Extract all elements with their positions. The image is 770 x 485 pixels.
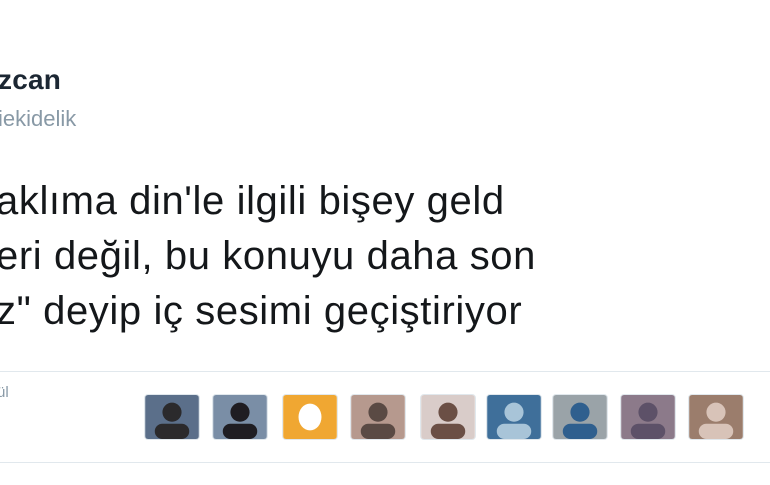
tweet-text-line: aklıma din'le ilgili bişey geld [0,179,505,223]
liker-avatar-9[interactable] [688,394,744,440]
liker-avatar-7[interactable] [552,394,608,440]
liker-avatar-1[interactable] [144,394,200,440]
tweet-text: aklıma din'le ilgili bişey geld eri deği… [0,174,770,339]
liker-avatar-6[interactable] [486,394,542,440]
tweet-text-line: z" deyip iç sesimi geçiştiriyor [0,289,523,333]
stat-label: ül [0,384,9,401]
avatar-image [421,395,475,439]
tweet-text-line: eri değil, bu konuyu daha son [0,234,536,278]
avatar-image [689,395,743,439]
avatar-image [621,395,675,439]
author-name[interactable]: zcan [0,64,61,96]
avatar-image [553,395,607,439]
avatar-image [145,395,199,439]
liker-avatar-2[interactable] [212,394,268,440]
author-handle[interactable]: iekidelik [0,106,76,132]
divider [0,462,770,463]
avatar-image [351,395,405,439]
liker-avatar-8[interactable] [620,394,676,440]
divider [0,371,770,372]
liker-avatar-5[interactable] [420,394,476,440]
liker-avatar-4[interactable] [350,394,406,440]
avatar-image [283,395,337,439]
tweet-card: zcan iekidelik aklıma din'le ilgili bişe… [0,0,770,485]
liker-avatar-3[interactable] [282,394,338,440]
avatar-image [487,395,541,439]
avatar-image [213,395,267,439]
